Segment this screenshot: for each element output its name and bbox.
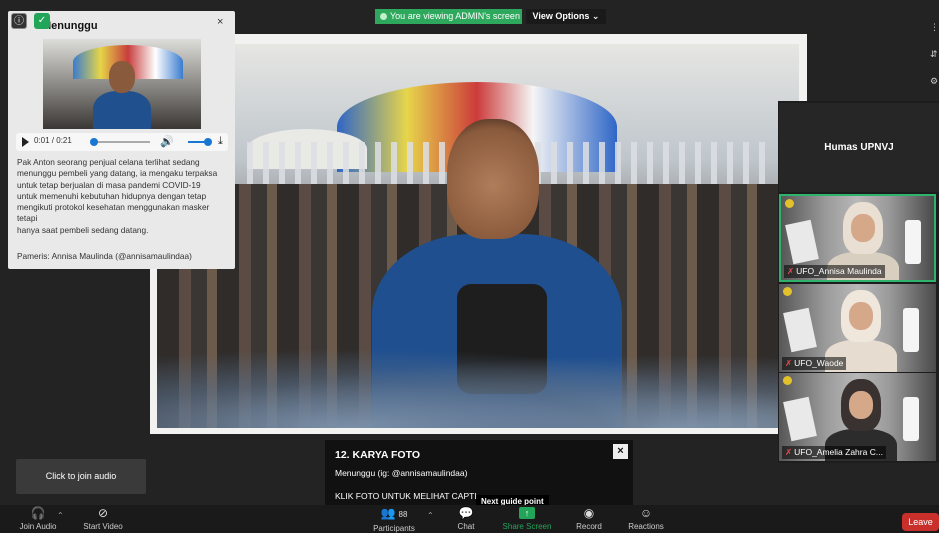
start-video-button[interactable]: ⊘ Start Video (78, 505, 128, 533)
view-options-button[interactable]: View Options ⌄ (526, 9, 606, 24)
start-video-label: Start Video (83, 522, 123, 531)
participants-label: Participants (373, 524, 415, 533)
chat-button[interactable]: 💬 Chat (448, 505, 484, 533)
chat-bubble-icon: 💬 (458, 506, 474, 520)
participant-video-tile[interactable]: ✗ UFO_Waode (779, 284, 936, 372)
headphones-icon: 🎧 (30, 506, 46, 520)
tile-face (849, 302, 873, 330)
caption-cta-link[interactable]: KLIK FOTO UNTUK MELIHAT CAPTI (335, 491, 477, 501)
security-shield-icon[interactable]: ✓ (34, 13, 50, 29)
tile-bottle (903, 397, 919, 441)
participant-name: ✗ UFO_Amelia Zahra C... (782, 446, 886, 459)
person-face (447, 119, 539, 239)
card-thumbnail[interactable] (43, 39, 201, 129)
mic-muted-icon: ✗ (787, 266, 795, 276)
tile-badge-icon (783, 287, 792, 296)
participant-name-text: UFO_Amelia Zahra C... (794, 447, 883, 457)
participant-name: ✗ UFO_Annisa Maulinda (784, 265, 885, 278)
chat-label: Chat (457, 522, 475, 531)
leave-button[interactable]: Leave (902, 513, 939, 531)
arrows-icon[interactable]: ⇵ (930, 41, 939, 68)
participant-name: ✗ UFO_Waode (782, 357, 847, 370)
video-off-icon: ⊘ (97, 506, 109, 520)
tile-face (849, 391, 873, 419)
participants-icon: 👥 88 (380, 506, 408, 520)
join-audio-button[interactable]: 🎧 Join Audio (14, 505, 62, 533)
tile-bottle (905, 220, 921, 264)
audio-progress-knob[interactable] (90, 138, 98, 146)
caption-title: 12. KARYA FOTO (335, 449, 420, 461)
viewing-banner-text: You are viewing ADMIN's screen (390, 11, 520, 21)
card-credit: Pameris: Annisa Maulinda (@annisamaulind… (17, 251, 192, 261)
participant-name-text: UFO_Waode (794, 358, 844, 368)
reactions-button[interactable]: ☺ Reactions (624, 505, 668, 533)
participant-name-text: UFO_Annisa Maulinda (796, 266, 882, 276)
card-title: Menunggu (42, 20, 98, 32)
join-audio-label: Join Audio (19, 522, 57, 531)
card-description: Pak Anton seorang penjual celana terliha… (17, 157, 218, 235)
reactions-label: Reactions (628, 522, 664, 531)
download-icon[interactable]: ⤓ (218, 135, 223, 148)
play-icon[interactable] (22, 137, 29, 147)
screen-share-icon (380, 13, 387, 20)
share-screen-label: Share Screen (502, 522, 552, 531)
share-screen-button[interactable]: ↑ Share Screen (500, 505, 554, 533)
audio-time: 0:01 / 0:21 (34, 136, 72, 145)
audio-progress-track[interactable] (92, 141, 150, 143)
volume-slider-knob[interactable] (204, 138, 212, 146)
join-audio-caret-icon[interactable]: ⌃ (57, 511, 64, 520)
mic-muted-icon: ✗ (785, 358, 793, 368)
tile-badge-icon (785, 199, 794, 208)
caption-close-button[interactable]: × (613, 444, 628, 459)
caption-subtitle: Menunggu (ig: @annisamaulindaa) (335, 468, 468, 478)
more-icon[interactable]: ⋮ (930, 14, 939, 41)
participants-button[interactable]: 👥 88 Participants (366, 505, 422, 533)
tile-bottle (903, 308, 919, 352)
photo-info-card: Menunggu × 0:01 / 0:21 🔊 ⤓ Pak Anton seo… (8, 11, 235, 269)
record-label: Record (576, 522, 602, 531)
record-button[interactable]: ◉ Record (570, 505, 608, 533)
volume-icon[interactable]: 🔊 (160, 135, 174, 148)
thumbnail-face (109, 61, 135, 93)
tile-badge-icon (783, 376, 792, 385)
participants-caret-icon[interactable]: ⌃ (427, 511, 434, 520)
blurred-foreground (157, 348, 799, 428)
participants-count: 88 (398, 510, 408, 519)
tile-face (851, 214, 875, 242)
thumbnail-shirt (93, 91, 151, 129)
meeting-info-icon[interactable]: ⓘ (11, 13, 27, 29)
audio-player: 0:01 / 0:21 🔊 ⤓ (16, 133, 228, 151)
participant-video-tile[interactable]: ✗ UFO_Annisa Maulinda (779, 194, 936, 282)
mic-muted-icon: ✗ (785, 447, 793, 457)
share-screen-icon: ↑ (519, 507, 535, 519)
join-audio-prompt[interactable]: Click to join audio (16, 459, 146, 494)
reactions-icon: ☺ (639, 506, 653, 520)
host-video-tile[interactable]: Humas UPNVJ (779, 103, 939, 192)
record-icon: ◉ (583, 506, 595, 520)
featured-photo[interactable] (157, 44, 799, 428)
gear-icon[interactable]: ⚙ (930, 68, 939, 95)
participant-video-tile[interactable]: ✗ UFO_Amelia Zahra C... (779, 373, 936, 461)
card-close-button[interactable]: × (217, 16, 223, 28)
viewing-screen-banner: You are viewing ADMIN's screen (375, 9, 522, 24)
